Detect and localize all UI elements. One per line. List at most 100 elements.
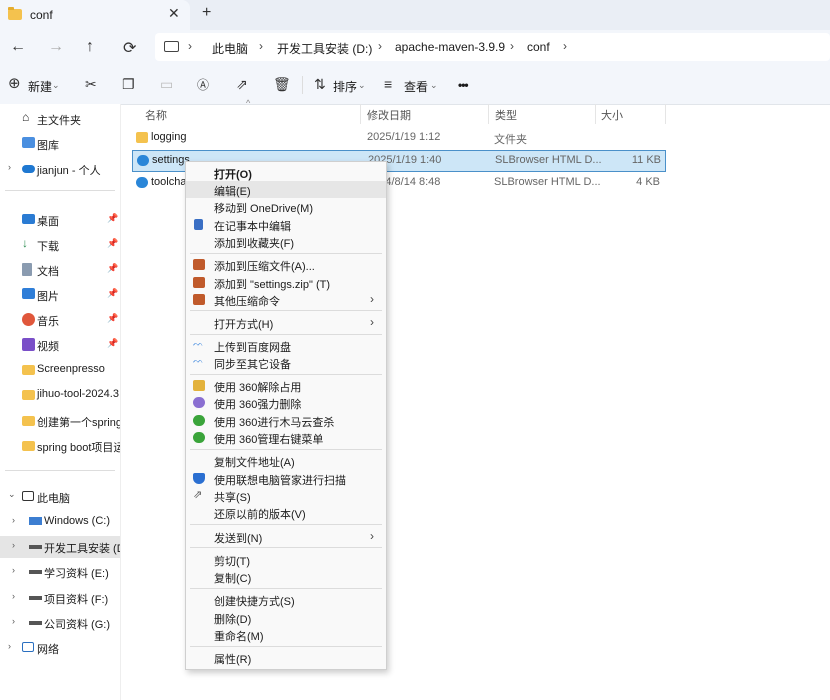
menu-item-360-manage[interactable]: 使用 360管理右键菜单 [186,429,386,446]
plus-icon[interactable]: ⊕ [8,74,21,92]
rename-icon[interactable]: Ⓐ [197,76,209,93]
close-tab-icon[interactable]: ✕ [168,5,180,22]
breadcrumb-this-pc[interactable]: 此电脑 [212,40,248,57]
chevron-right-icon[interactable]: › [8,641,11,651]
sidebar-item-drive-g[interactable]: › 公司资料 (G:) [0,612,120,634]
pin-icon[interactable]: 📌 [107,263,118,274]
cut-icon[interactable]: ✂ [85,76,97,93]
sidebar-item-jihuo-tool[interactable]: jihuo-tool-2024.3 [0,384,120,406]
paste-icon[interactable]: ▭ [160,76,173,93]
chevron-right-icon[interactable]: › [12,616,15,626]
chevron-right-icon[interactable]: › [12,591,15,601]
pin-icon[interactable]: 📌 [107,213,118,224]
sidebar-item-this-pc[interactable]: ⌄ 此电脑 [0,486,120,508]
delete-icon[interactable]: 🗑 [273,76,291,93]
menu-item-open[interactable]: 打开(O) [186,164,386,181]
sidebar-item-drive-c[interactable]: › Windows (C:) [0,511,120,533]
view-button[interactable]: 查看 [404,78,428,95]
sort-icon[interactable]: ⇅ [314,76,326,93]
sidebar-item-documents[interactable]: 文档 📌 [0,259,120,281]
chevron-right-icon[interactable]: › [8,162,11,172]
menu-item-other-compress[interactable]: 其他压缩命令 › [186,291,386,308]
breadcrumb-drive-d[interactable]: 开发工具安装 (D:) [277,40,372,57]
menu-item-cut[interactable]: 剪切(T) [186,551,386,568]
menu-item-copy-path[interactable]: 复制文件地址(A) [186,452,386,469]
menu-item-create-shortcut[interactable]: 创建快捷方式(S) [186,591,386,608]
menu-item-add-archive[interactable]: 添加到压缩文件(A)... [186,256,386,273]
tab-conf[interactable]: conf ✕ [0,0,190,30]
menu-item-lenovo-scan[interactable]: 使用联想电脑管家进行扫描 [186,470,386,487]
menu-item-add-settings-zip[interactable]: 添加到 "settings.zip" (T) [186,274,386,291]
menu-item-move-onedrive[interactable]: 移动到 OneDrive(M) [186,198,386,215]
sidebar-item-spring-first[interactable]: 创建第一个spring b [0,410,120,432]
file-row-logging[interactable]: logging 2025/1/19 1:12 文件夹 [132,128,664,148]
chevron-down-icon[interactable]: ⌄ [358,80,366,91]
new-tab-button[interactable]: + [202,4,211,22]
forward-icon[interactable]: → [48,38,64,56]
column-header: ^ 名称 修改日期 类型 大小 [120,98,830,124]
menu-item-edit[interactable]: 编辑(E) [186,181,386,198]
column-date[interactable]: 修改日期 [367,107,411,123]
back-icon[interactable]: ← [10,38,26,56]
menu-item-copy[interactable]: 复制(C) [186,568,386,585]
menu-item-360-delete[interactable]: 使用 360强力删除 [186,394,386,411]
menu-item-360-unlock[interactable]: 使用 360解除占用 [186,377,386,394]
sidebar-item-drive-f[interactable]: › 项目资料 (F:) [0,587,120,609]
sidebar-item-desktop[interactable]: 桌面 📌 [0,209,120,231]
up-icon[interactable]: ↑ [86,38,94,56]
menu-item-baidu-upload[interactable]: ᨓ 上传到百度网盘 [186,337,386,354]
menu-item-notepad[interactable]: 在记事本中编辑 [186,216,386,233]
menu-item-share[interactable]: ⇗ 共享(S) [186,487,386,504]
menu-item-restore-versions[interactable]: 还原以前的版本(V) [186,504,386,521]
sidebar-item-home[interactable]: ⌂ 主文件夹 [0,108,120,130]
chevron-down-icon[interactable]: ⌄ [52,80,60,91]
menu-item-label: 属性(R) [214,654,252,666]
menu-item-open-with[interactable]: 打开方式(H) › [186,314,386,331]
copy-icon[interactable]: ❐ [122,76,135,93]
sidebar-item-drive-d[interactable]: › 开发工具安装 (D:) [0,536,120,558]
menu-item-delete[interactable]: 删除(D) [186,609,386,626]
chevron-down-icon[interactable]: ⌄ [8,489,16,500]
column-type[interactable]: 类型 [495,107,517,123]
chevron-right-icon[interactable]: › [12,540,15,550]
sidebar-item-spring-boot[interactable]: spring boot项目运 [0,435,120,457]
pin-icon[interactable]: 📌 [107,288,118,299]
share-icon[interactable]: ⇗ [236,76,248,93]
sidebar-item-music[interactable]: 音乐 📌 [0,309,120,331]
sidebar-item-pictures[interactable]: 图片 📌 [0,284,120,306]
sidebar-item-gallery[interactable]: 图库 [0,133,120,155]
sort-button[interactable]: 排序 [333,78,357,95]
new-button[interactable]: 新建 [28,78,52,95]
sidebar-item-network[interactable]: › 网络 [0,637,120,659]
pin-icon[interactable]: 📌 [107,313,118,324]
column-divider[interactable] [488,104,489,124]
chevron-right-icon[interactable]: › [12,565,15,575]
sidebar-item-downloads[interactable]: ↓ 下载 📌 [0,234,120,256]
column-divider[interactable] [360,104,361,124]
pin-icon[interactable]: 📌 [107,338,118,349]
sidebar-item-onedrive[interactable]: › jianjun - 个人 [0,158,120,180]
column-divider[interactable] [665,104,666,124]
sidebar-item-label: 网络 [37,644,59,656]
chevron-right-icon[interactable]: › [12,515,15,525]
pin-icon[interactable]: 📌 [107,238,118,249]
breadcrumb-conf[interactable]: conf [527,40,550,54]
address-bar[interactable]: › 此电脑 › 开发工具安装 (D:) › apache-maven-3.9.9… [155,33,830,61]
menu-item-360-scan[interactable]: 使用 360进行木马云查杀 [186,412,386,429]
column-divider[interactable] [595,104,596,124]
refresh-icon[interactable]: ⟳ [123,38,136,58]
breadcrumb-maven[interactable]: apache-maven-3.9.9 [395,40,505,54]
menu-item-send-to[interactable]: 发送到(N) › [186,528,386,545]
view-icon[interactable]: ≡ [384,76,392,92]
sidebar-item-screenpresso[interactable]: Screenpresso [0,359,120,381]
sidebar-item-drive-e[interactable]: › 学习资料 (E:) [0,561,120,583]
chevron-down-icon[interactable]: ⌄ [430,80,438,91]
sidebar-item-videos[interactable]: 视频 📌 [0,334,120,356]
menu-item-sync-devices[interactable]: ᨓ 同步至其它设备 [186,354,386,371]
menu-item-rename[interactable]: 重命名(M) [186,626,386,643]
column-name[interactable]: 名称 [145,107,167,123]
more-options-icon[interactable]: ••• [458,78,469,92]
menu-item-properties[interactable]: 属性(R) [186,649,386,666]
menu-item-add-favorites[interactable]: 添加到收藏夹(F) [186,233,386,250]
column-size[interactable]: 大小 [601,107,623,123]
